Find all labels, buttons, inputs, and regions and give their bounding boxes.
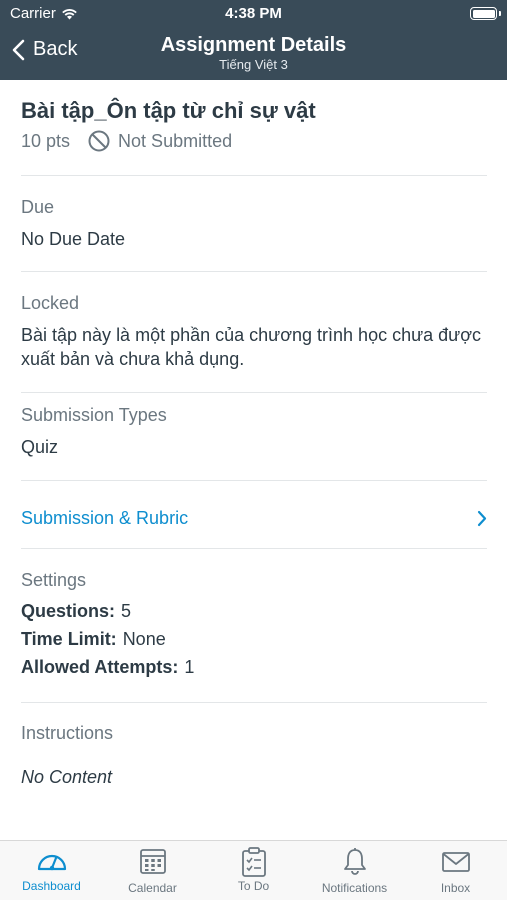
attempts-setting: Allowed Attempts: 1 bbox=[21, 657, 487, 678]
time-limit-value: None bbox=[122, 629, 166, 649]
calendar-icon bbox=[139, 849, 166, 874]
chevron-right-icon bbox=[477, 510, 487, 527]
points-label: 10 pts bbox=[21, 130, 71, 151]
tab-inbox[interactable]: Inbox bbox=[405, 847, 506, 900]
divider bbox=[21, 392, 487, 393]
tab-todo[interactable]: To Do bbox=[203, 847, 304, 900]
submission-status: Not Submitted bbox=[88, 130, 232, 152]
tab-label: To Do bbox=[237, 879, 270, 893]
dashboard-icon bbox=[37, 854, 66, 871]
due-section: Due No Due Date bbox=[21, 197, 487, 251]
attempts-label: Allowed Attempts: bbox=[21, 657, 179, 677]
submission-types-section: Submission Types Quiz bbox=[21, 405, 487, 459]
locked-label: Locked bbox=[21, 293, 80, 313]
divider bbox=[21, 480, 487, 481]
assignment-meta: 10 pts Not Submitted bbox=[21, 130, 487, 152]
no-entry-icon bbox=[88, 130, 110, 152]
bell-icon bbox=[343, 848, 366, 875]
status-time: 4:38 PM bbox=[225, 5, 282, 22]
settings-label: Settings bbox=[21, 570, 87, 590]
todo-icon bbox=[241, 847, 266, 877]
questions-value: 5 bbox=[121, 601, 132, 621]
locked-message: Bài tập này là một phần của chương trình… bbox=[21, 325, 482, 369]
battery-icon bbox=[470, 7, 497, 20]
tab-label: Notifications bbox=[321, 881, 388, 895]
divider bbox=[21, 548, 487, 549]
tab-label: Dashboard bbox=[22, 879, 81, 893]
page-title: Assignment Details bbox=[160, 34, 347, 56]
submission-rubric-label: Submission & Rubric bbox=[21, 508, 189, 528]
battery-tip bbox=[499, 11, 501, 16]
tab-label: Calendar bbox=[128, 881, 177, 895]
assignment-title: Bài tập_Ôn tập từ chỉ sự vật bbox=[21, 98, 316, 123]
settings-section: Settings Questions: 5 Time Limit: None All… bbox=[21, 570, 487, 678]
tab-dashboard[interactable]: Dashboard bbox=[1, 847, 102, 900]
tab-notifications[interactable]: Notifications bbox=[304, 847, 405, 900]
submission-rubric-link[interactable]: Submission & Rubric bbox=[21, 508, 487, 529]
instructions-section: Instructions No Content bbox=[21, 723, 487, 789]
instructions-value: No Content bbox=[21, 767, 113, 787]
divider bbox=[21, 702, 487, 703]
due-value: No Due Date bbox=[21, 229, 126, 249]
assignment-header: Bài tập_Ôn tập từ chỉ sự vật 10 pts Not … bbox=[21, 98, 487, 152]
time-limit-label: Time Limit: bbox=[21, 629, 117, 649]
due-label: Due bbox=[21, 197, 55, 217]
inbox-icon bbox=[441, 852, 470, 872]
submission-types-value: Quiz bbox=[21, 437, 59, 457]
divider bbox=[21, 175, 487, 176]
time-limit-setting: Time Limit: None bbox=[21, 629, 487, 650]
questions-label: Questions: bbox=[21, 601, 116, 621]
status-bar: Carrier 4:38 PM bbox=[0, 0, 507, 28]
attempts-value: 1 bbox=[184, 657, 195, 677]
instructions-label: Instructions bbox=[21, 723, 114, 743]
submission-types-label: Submission Types bbox=[21, 405, 167, 425]
status-label: Not Submitted bbox=[118, 130, 233, 151]
tab-calendar[interactable]: Calendar bbox=[102, 847, 203, 900]
tab-bar: Dashboard Calendar To Do Notifications I… bbox=[0, 840, 507, 900]
course-subtitle: Tiếng Việt 3 bbox=[219, 57, 288, 72]
divider bbox=[21, 271, 487, 272]
tab-label: Inbox bbox=[440, 881, 471, 895]
questions-setting: Questions: 5 bbox=[21, 601, 487, 622]
navigation-header: Carrier 4:38 PM Back Assignment Details … bbox=[0, 0, 507, 80]
locked-section: Locked Bài tập này là một phần của chươn… bbox=[21, 293, 487, 371]
